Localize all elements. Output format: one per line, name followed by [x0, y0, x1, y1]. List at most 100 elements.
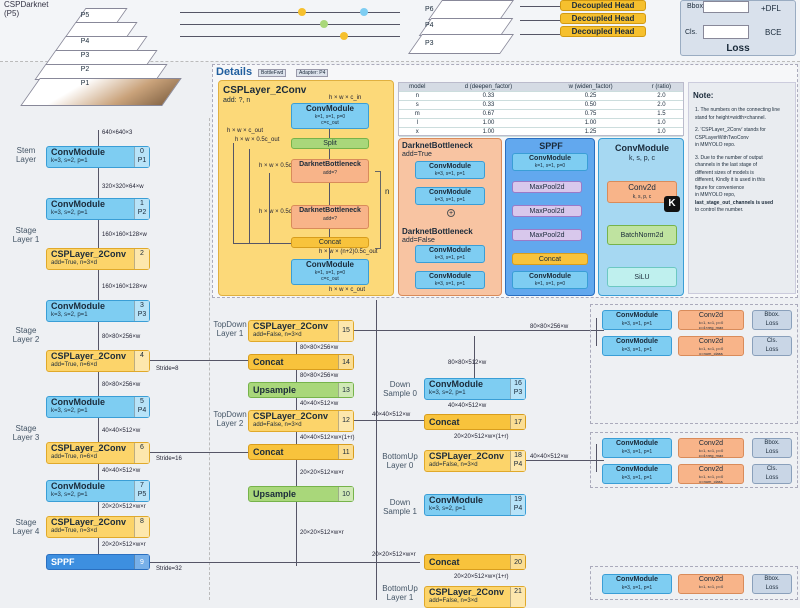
note-line: CSPLayerWithTwoConv	[695, 134, 749, 141]
csp-detail-conv1: ConvModule k=1, s=1, p=0 c=c_out	[291, 103, 369, 129]
block-pyramid-level: P3	[513, 389, 523, 396]
top-flow-line	[180, 36, 400, 37]
flow-line	[269, 173, 270, 243]
table-cell: 0.67	[435, 109, 542, 119]
block-index: 1	[140, 200, 144, 207]
pyramid-label-p4: P4	[80, 38, 90, 45]
note-line: last_stage_out_channels is used	[695, 199, 774, 206]
stride-8: Stride=8	[156, 366, 179, 372]
block-index: 10	[342, 491, 350, 498]
k-badge-icon[interactable]: K	[664, 196, 680, 212]
table-cell: 0.33	[435, 100, 542, 110]
conv-detail-bn: BatchNorm2d	[607, 225, 677, 245]
block-index: 14	[342, 359, 350, 366]
db-false-conv2-sub: k=3, s=1, p=1	[434, 281, 466, 287]
dim-label: h × w × c_in	[329, 95, 362, 101]
table-cell: 1.00	[435, 127, 542, 137]
backbone-block-8: CSPLayer_2Conv add=True, n=3×d 8	[46, 516, 150, 538]
table-cell: 0.25	[541, 91, 640, 101]
stride-32: Stride=32	[156, 566, 182, 572]
neck-right-label-3: Down Sample 1	[383, 498, 417, 516]
table-cell: l	[399, 118, 436, 128]
csp-detail-db1-sub: add=?	[322, 170, 338, 176]
dim-label: 40×40×512×w	[102, 428, 141, 434]
block-index: 8	[140, 518, 144, 525]
head-conv2d-3: Conv2d k=1, s=1, p=0 c=4×reg_max	[678, 438, 744, 458]
sppf-detail-conv2-label: ConvModule	[529, 273, 571, 280]
dim-label: 40×40×512×w	[102, 468, 141, 474]
db-false-sub: add=False	[402, 237, 435, 244]
stage-label-3: Stage Layer 3	[12, 424, 40, 442]
block-index: 5	[140, 398, 144, 405]
neck-block-20: Concat 20	[424, 554, 526, 570]
flow-node	[360, 8, 368, 16]
flow-node	[298, 8, 306, 16]
csp-detail-conv1-label: ConvModule	[306, 104, 354, 113]
top-flow-line	[520, 20, 560, 21]
flow-line	[596, 318, 597, 346]
csp-detail-n: n	[385, 187, 390, 196]
db-false-conv1: ConvModule k=3, s=1, p=1	[415, 245, 485, 263]
dim-label: 320×320×64×w	[102, 184, 144, 190]
head-loss-2: Cls. Loss	[752, 336, 792, 356]
db-true-conv1-label: ConvModule	[429, 163, 471, 170]
sppf-detail-concat: Concat	[512, 253, 588, 265]
note-title: Note:	[693, 91, 714, 100]
backbone-block-1: ConvModule k=3, s=2, p=1 1 P2	[46, 198, 150, 220]
table-cell: 2.0	[639, 100, 683, 110]
note-line: to control the number.	[695, 207, 744, 213]
db-false-conv1-label: ConvModule	[429, 247, 471, 254]
block-sub: k=1, s=1, p=0 c=4×reg_max	[698, 320, 724, 330]
table-cell: 0.33	[435, 91, 542, 101]
note-line: different, Kindly it is used in this	[695, 177, 765, 183]
flow-line	[329, 248, 330, 259]
block-pyramid-level: P4	[513, 505, 523, 512]
top-flow-line	[520, 34, 560, 35]
dim-label: h × w × c_out	[227, 128, 264, 134]
block-label: Conv2d	[698, 576, 724, 583]
neck-block-11: Concat 11	[248, 444, 354, 460]
db-true-sub: add=True	[402, 151, 432, 158]
backbone-block-2: CSPLayer_2Conv add=True, n=3×d 2	[46, 248, 150, 270]
block-sub: k=1, s=1, p=0 c=num_class	[698, 346, 724, 356]
dim-label: h × w × (n+2)0.5c_out	[319, 249, 378, 255]
head-conv2d-2: Conv2d k=1, s=1, p=0 c=num_class	[678, 336, 744, 356]
table-cell: n	[399, 91, 436, 101]
backbone-block-7: ConvModule k=3, s=2, p=1 7 P5	[46, 480, 150, 502]
note-line: in MMYOLO repo.	[695, 142, 736, 148]
neck-block-18: CSPLayer_2Conv add=False, n=3×d 18 P4	[424, 450, 526, 472]
block-index: 16	[514, 380, 522, 387]
backbone-block-5: ConvModule k=3, s=2, p=1 5 P4	[46, 396, 150, 418]
block-pyramid-level: P5	[137, 491, 147, 498]
block-index: 19	[514, 496, 522, 503]
backbone-block-4: CSPLayer_2Conv add=True, n=6×d 4	[46, 350, 150, 372]
sppf-detail-conv1-label: ConvModule	[529, 155, 571, 162]
dim-label: 40×40×512×w×(1+r)	[300, 435, 355, 441]
flow-line	[354, 330, 604, 331]
neck-block-14: Concat 14	[248, 354, 354, 370]
block-index: 21	[514, 588, 522, 595]
loss-cls-label: Cls.	[685, 29, 698, 36]
table-cell: 0.50	[541, 100, 640, 110]
block-sub: k=1, s=1, p=0 c=num_class	[698, 474, 724, 484]
head-conv-4: ConvModule k=3, s=1, p=1	[602, 464, 672, 484]
flow-line	[474, 336, 475, 380]
dim-label: 40×40×512×w	[530, 454, 569, 460]
dim-label: 40×40×512×w	[448, 403, 487, 409]
csp-detail-db1-label: DarknetBottleneck	[299, 161, 361, 168]
db-false-title: DarknetBottleneck	[402, 227, 473, 236]
table-cell: 1.00	[541, 118, 640, 128]
head-conv-1: ConvModule k=3, s=1, p=1	[602, 310, 672, 330]
conv-detail-conv2d-label: Conv2d	[628, 183, 656, 192]
stage-label-2: Stage Layer 2	[12, 326, 40, 344]
pyramid-right-p6: P6	[425, 6, 434, 13]
flow-node	[320, 20, 328, 28]
neck-block-15: CSPLayer_2Conv add=False, n=3×d 15	[248, 320, 354, 342]
block-index: 2	[140, 250, 144, 257]
table-cell: 0.75	[541, 109, 640, 119]
neck-block-17: Concat 17	[424, 414, 526, 430]
top-flow-line	[180, 24, 400, 25]
flow-line	[150, 452, 248, 453]
db-false-conv2: ConvModule k=3, s=1, p=1	[415, 271, 485, 289]
sppf-maxpool-3: MaxPool2d	[512, 229, 582, 241]
